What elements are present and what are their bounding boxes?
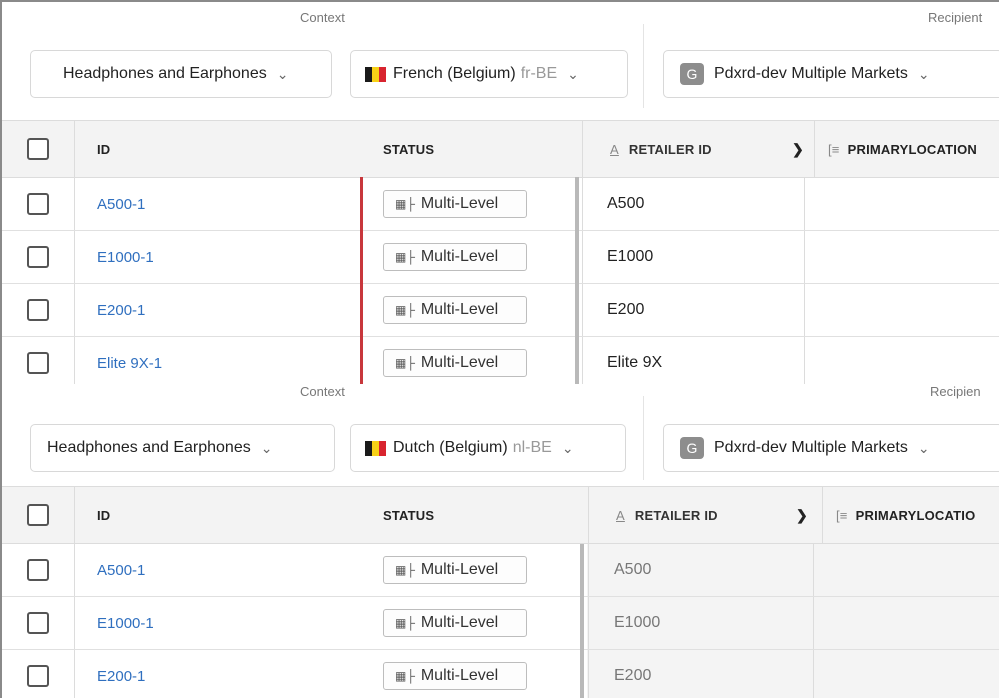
context-label: Context: [300, 384, 345, 399]
column-resize-handle[interactable]: [575, 177, 579, 384]
product-grid: ID STATUS A RETAILER ID ❯ [≡ PRIMARYLOCA…: [2, 120, 999, 384]
chevron-down-icon: ⌄: [561, 439, 574, 456]
chevron-down-icon: ⌄: [917, 65, 930, 82]
select-all-checkbox[interactable]: [27, 487, 49, 543]
column-header-primary-location[interactable]: [≡ PRIMARYLOCATIO: [836, 487, 975, 543]
retailer-id-cell[interactable]: E1000: [614, 597, 660, 649]
multi-level-tree-icon: ▦├: [395, 197, 415, 211]
app-frame: Context Recipient Headphones and Earphon…: [0, 0, 999, 698]
multi-level-tree-icon: ▦├: [395, 356, 415, 370]
column-header-id[interactable]: ID: [97, 487, 110, 543]
retailer-id-cell[interactable]: A500: [607, 178, 644, 230]
multi-level-tree-icon: ▦├: [395, 616, 415, 630]
status-badge: ▦├ Multi-Level: [383, 650, 527, 698]
table-row: E1000-1 ▦├ Multi-Level E1000: [2, 597, 999, 650]
table-row: E200-1 ▦├ Multi-Level E200: [2, 650, 999, 698]
recipient-badge: G: [680, 63, 704, 85]
retailer-id-cell[interactable]: Elite 9X: [607, 337, 662, 384]
belgium-flag-icon: [365, 440, 386, 456]
grid-panel-french: Context Recipient Headphones and Earphon…: [2, 2, 999, 384]
table-row: E1000-1 ▦├ Multi-Level E1000: [2, 231, 999, 284]
row-id-link[interactable]: E1000-1: [97, 231, 154, 283]
belgium-flag-icon: [365, 66, 386, 82]
recipient-value: Pdxrd-dev Multiple Markets: [714, 439, 908, 456]
grid-header: ID STATUS A RETAILER ID ❯ [≡ PRIMARYLOCA…: [2, 486, 999, 544]
locale-name: French (Belgium): [393, 65, 516, 82]
row-checkbox[interactable]: [27, 337, 49, 384]
locale-select[interactable]: Dutch (Belgium) nl-BE ⌄: [350, 424, 626, 472]
column-header-status[interactable]: STATUS: [383, 121, 434, 177]
retailer-id-cell[interactable]: E200: [614, 650, 651, 698]
retailer-id-cell[interactable]: E1000: [607, 231, 653, 283]
recipient-badge: G: [680, 437, 704, 459]
context-divider: [643, 24, 644, 108]
row-id-link[interactable]: E200-1: [97, 650, 145, 698]
context-label: Context: [300, 10, 345, 25]
product-grid: ID STATUS A RETAILER ID ❯ [≡ PRIMARYLOCA…: [2, 486, 999, 698]
column-header-retailer-id[interactable]: A RETAILER ID: [616, 487, 718, 543]
recipient-select[interactable]: G Pdxrd-dev Multiple Markets ⌄: [663, 424, 999, 472]
chevron-down-icon: ⌄: [917, 439, 930, 456]
row-id-link[interactable]: E200-1: [97, 284, 145, 336]
status-badge: ▦├ Multi-Level: [383, 544, 527, 596]
row-id-link[interactable]: A500-1: [97, 544, 145, 596]
locale-code: nl-BE: [512, 439, 552, 456]
recipient-label: Recipien: [930, 384, 981, 399]
table-row: E200-1 ▦├ Multi-Level E200: [2, 284, 999, 337]
row-id-link[interactable]: E1000-1: [97, 597, 154, 649]
column-header-retailer-id[interactable]: A RETAILER ID: [610, 121, 712, 177]
status-badge: ▦├ Multi-Level: [383, 337, 527, 384]
row-checkbox[interactable]: [27, 284, 49, 336]
row-id-link[interactable]: Elite 9X-1: [97, 337, 162, 384]
row-checkbox[interactable]: [27, 544, 49, 596]
recipient-value: Pdxrd-dev Multiple Markets: [714, 65, 908, 82]
row-id-link[interactable]: A500-1: [97, 178, 145, 230]
grid-panel-dutch: Context Recipien Headphones and Earphone…: [2, 384, 999, 698]
status-marker: [360, 177, 363, 384]
multi-level-tree-icon: ▦├: [395, 303, 415, 317]
table-row: Elite 9X-1 ▦├ Multi-Level Elite 9X: [2, 337, 999, 384]
multi-level-tree-icon: ▦├: [395, 563, 415, 577]
status-badge: ▦├ Multi-Level: [383, 178, 527, 230]
row-checkbox[interactable]: [27, 178, 49, 230]
select-all-checkbox[interactable]: [27, 121, 49, 177]
row-checkbox[interactable]: [27, 231, 49, 283]
chevron-down-icon: ⌄: [276, 65, 289, 82]
retailer-id-cell[interactable]: A500: [614, 544, 651, 596]
list-attribute-icon: [≡: [836, 507, 848, 523]
column-header-primary-location[interactable]: [≡ PRIMARYLOCATION: [828, 121, 977, 177]
status-badge: ▦├ Multi-Level: [383, 284, 527, 336]
list-attribute-icon: [≡: [828, 141, 840, 157]
retailer-id-cell[interactable]: E200: [607, 284, 644, 336]
row-checkbox[interactable]: [27, 597, 49, 649]
multi-level-tree-icon: ▦├: [395, 669, 415, 683]
column-resize-handle[interactable]: [580, 544, 584, 698]
recipient-select[interactable]: G Pdxrd-dev Multiple Markets ⌄: [663, 50, 999, 98]
recipient-label: Recipient: [928, 10, 983, 25]
text-attribute-icon: A: [610, 141, 619, 157]
row-checkbox[interactable]: [27, 650, 49, 698]
status-badge: ▦├ Multi-Level: [383, 597, 527, 649]
text-attribute-icon: A: [616, 507, 625, 523]
chevron-down-icon: ⌄: [260, 439, 273, 456]
column-header-status[interactable]: STATUS: [383, 487, 434, 543]
category-value: Headphones and Earphones: [63, 65, 267, 82]
category-select[interactable]: Headphones and Earphones ⌄: [30, 424, 335, 472]
column-header-id[interactable]: ID: [97, 121, 110, 177]
category-select[interactable]: Headphones and Earphones ⌄: [30, 50, 332, 98]
context-divider: [643, 396, 644, 480]
table-row: A500-1 ▦├ Multi-Level A500: [2, 544, 999, 597]
chevron-down-icon[interactable]: ❯: [796, 487, 808, 543]
status-badge: ▦├ Multi-Level: [383, 231, 527, 283]
multi-level-tree-icon: ▦├: [395, 250, 415, 264]
locale-select[interactable]: French (Belgium) fr-BE ⌄: [350, 50, 628, 98]
chevron-down-icon[interactable]: ❯: [792, 121, 804, 177]
category-value: Headphones and Earphones: [47, 439, 251, 456]
locale-name: Dutch (Belgium): [393, 439, 508, 456]
table-row: A500-1 ▦├ Multi-Level A500: [2, 178, 999, 231]
chevron-down-icon: ⌄: [567, 65, 579, 82]
locale-code: fr-BE: [520, 65, 558, 82]
grid-header: ID STATUS A RETAILER ID ❯ [≡ PRIMARYLOCA…: [2, 120, 999, 178]
